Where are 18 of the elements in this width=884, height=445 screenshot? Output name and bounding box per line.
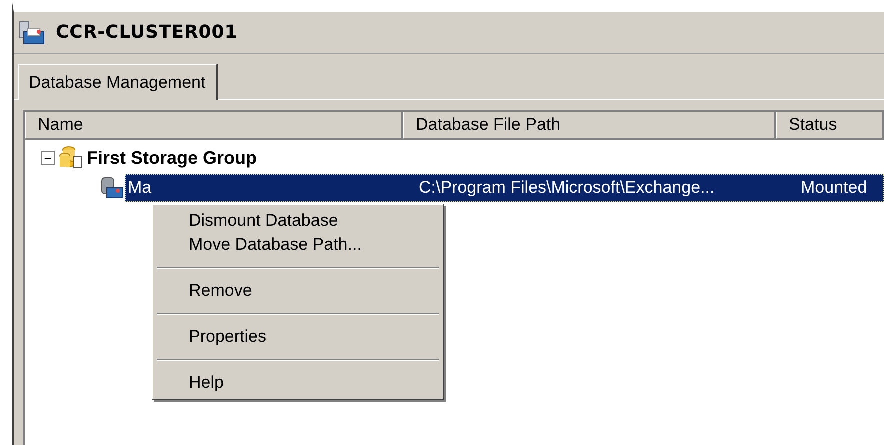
- database-icon: [99, 176, 125, 200]
- menu-item[interactable]: Properties: [155, 325, 441, 349]
- table-cell-text: Mounted: [800, 179, 868, 197]
- table-row[interactable]: Ma C:\Program Files\Microsoft\Exchange... Mounted: [125, 174, 884, 202]
- column-header[interactable]: Name: [25, 112, 403, 140]
- menu-item[interactable]: Help: [155, 371, 441, 395]
- expander[interactable]: −: [41, 151, 55, 165]
- column-header[interactable]: Database File Path: [403, 112, 776, 140]
- group-name[interactable]: First Storage Group: [87, 144, 258, 172]
- menu-item[interactable]: Remove: [155, 279, 441, 303]
- table-cell-text: C:\Program Files\Microsoft\Exchange...: [418, 179, 716, 197]
- column-header[interactable]: Status: [776, 112, 884, 140]
- menu-item[interactable]: Dismount Database: [155, 209, 441, 233]
- menu-item[interactable]: Move Database Path...: [155, 233, 441, 257]
- tab[interactable]: Database Management: [18, 64, 218, 100]
- storage-group-icon: [58, 146, 84, 170]
- table-cell-text: Ma: [127, 179, 153, 197]
- window-title: CCR-CLUSTER001: [56, 21, 238, 45]
